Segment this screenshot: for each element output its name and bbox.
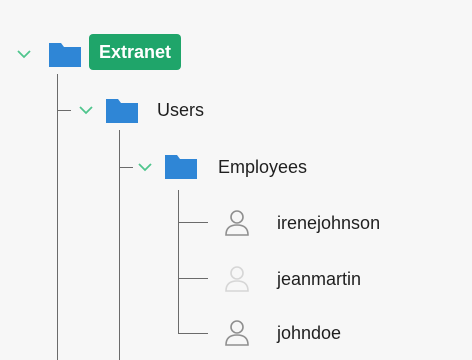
folder-icon [105,96,139,124]
tree-node-label[interactable]: Employees [218,155,307,179]
tree-node-users[interactable]: Users [60,90,260,130]
user-icon [223,264,251,292]
tree-node-label[interactable]: irenejohnson [277,211,380,235]
tree-node-user-jeanmartin[interactable]: jeanmartin [218,259,418,299]
tree-node-label[interactable]: Extranet [89,34,182,70]
tree-node-employees[interactable]: Employees [120,146,360,186]
folder-icon [48,40,82,68]
tree-node-label[interactable]: Users [157,98,204,122]
tree-node-label[interactable]: johndoe [277,321,341,345]
tree-guide-line [178,278,208,279]
tree-node-user-irenejohnson[interactable]: irenejohnson [218,203,458,243]
tree-node-user-johndoe[interactable]: johndoe [218,313,418,353]
tree-node-extranet[interactable]: Extranet [0,34,220,74]
user-icon [223,208,251,236]
tree-guide-line [178,222,208,223]
folder-tree: Extranet Users Employees irenejohnson je… [0,0,472,360]
chevron-down-icon[interactable] [136,158,154,176]
tree-node-label[interactable]: jeanmartin [277,267,361,291]
user-icon [223,318,251,346]
chevron-down-icon[interactable] [15,45,33,63]
folder-icon [164,152,198,180]
tree-guide-line [57,74,58,360]
tree-guide-line [178,190,179,333]
tree-guide-line [178,333,208,334]
chevron-down-icon[interactable] [77,101,95,119]
